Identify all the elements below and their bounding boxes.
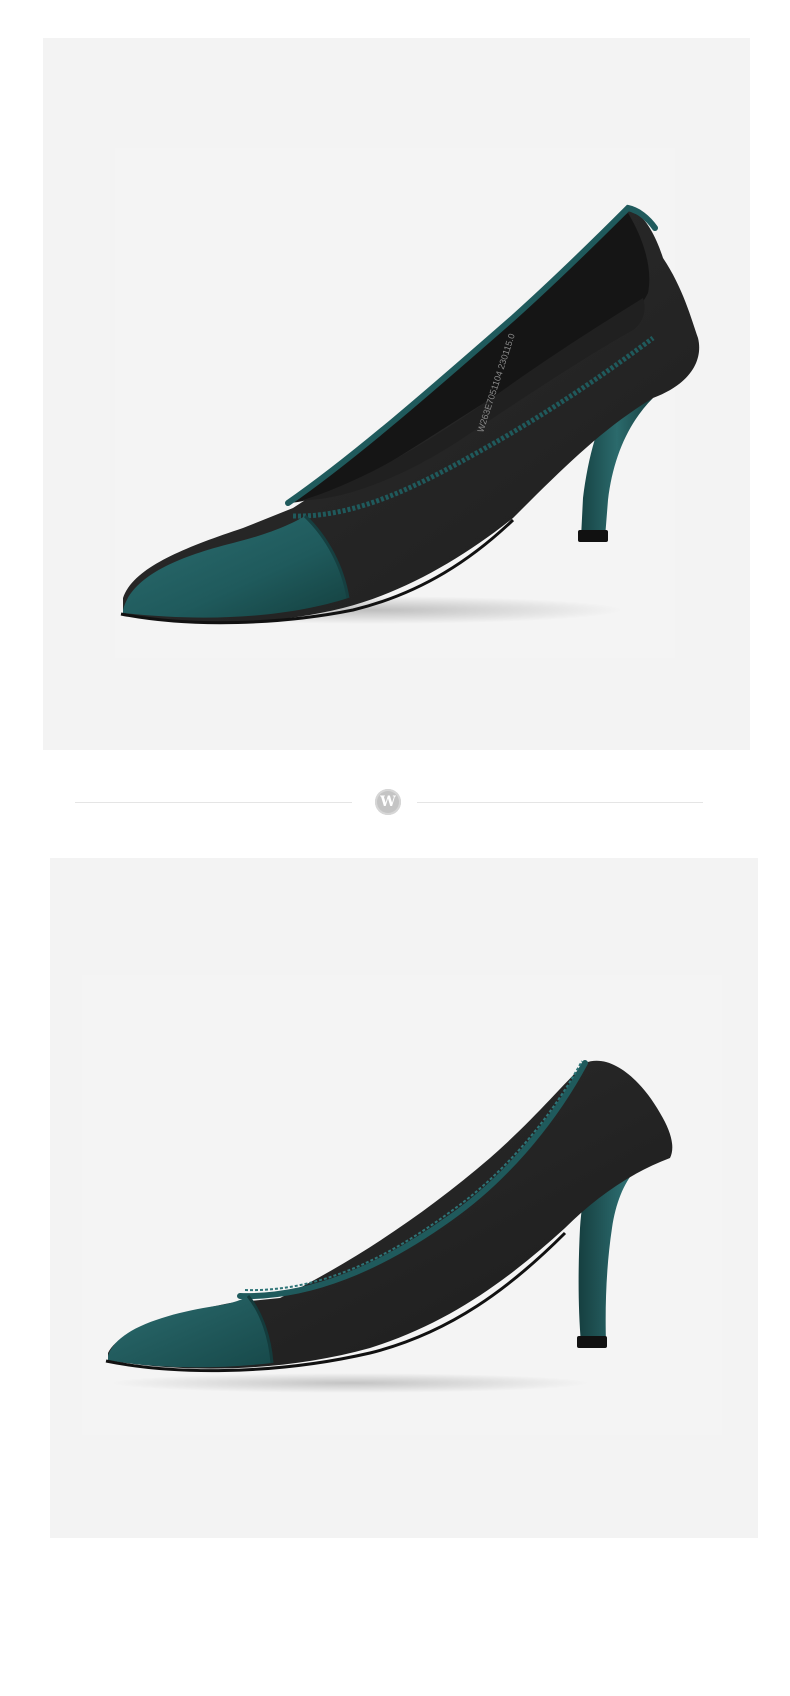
heel-tip bbox=[578, 530, 608, 542]
pump-shoe-side-image bbox=[50, 858, 758, 1538]
shoe-shadow bbox=[110, 1373, 590, 1393]
heel-tip bbox=[577, 1336, 607, 1348]
section-divider: W bbox=[0, 785, 790, 821]
pump-shoe-angle-image: W263E7051104 230115.0 bbox=[43, 38, 750, 750]
divider-line-right bbox=[417, 802, 703, 803]
product-photo-side bbox=[50, 858, 758, 1538]
product-photo-angle: W263E7051104 230115.0 bbox=[43, 38, 750, 750]
brand-badge-icon: W bbox=[375, 789, 401, 815]
divider-line-left bbox=[75, 802, 352, 803]
